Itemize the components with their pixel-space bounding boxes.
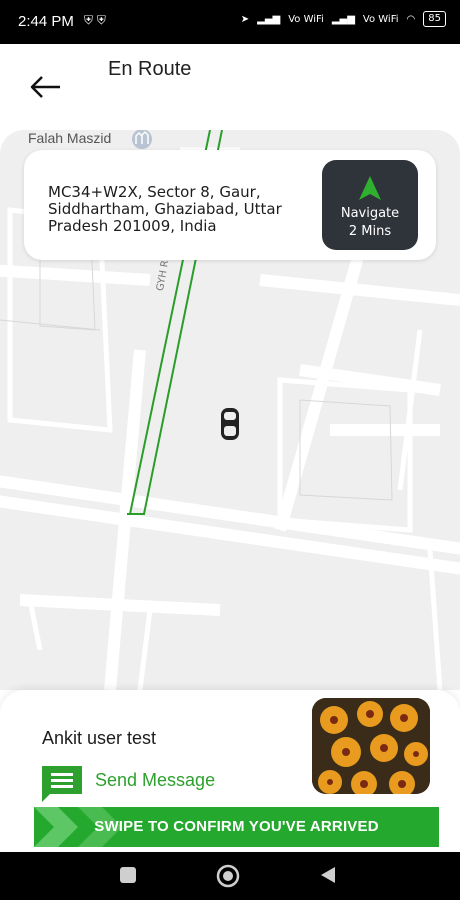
poi-label: Falah Maszid <box>28 130 112 146</box>
signal-icon-2: ▂▄▆ <box>331 13 355 25</box>
home-icon[interactable] <box>216 864 240 888</box>
status-indicators: ➤ ▂▄▆ Vo WiFi ▂▄▆ Vo WiFi ◠ 85 <box>241 11 446 27</box>
navigation-arrow-icon <box>359 176 381 200</box>
signal-icon: ▂▄▆ <box>257 13 281 25</box>
recents-icon[interactable] <box>119 866 137 884</box>
back-button[interactable] <box>26 60 66 100</box>
navigate-label: Navigate <box>340 206 400 221</box>
message-icon <box>42 766 82 802</box>
flower-photo <box>312 698 430 794</box>
map-compass-icon: ◐ <box>6 688 16 690</box>
navigate-eta: 2 Mins <box>348 224 392 239</box>
send-message-button[interactable]: Send Message <box>40 764 260 804</box>
battery-indicator: 85 <box>423 11 446 27</box>
swipe-confirm-arrived[interactable]: SWIPE TO CONFIRM YOU'VE ARRIVED <box>34 807 439 847</box>
wifi-icon: ◠ <box>406 13 416 25</box>
destination-card: MC34+W2X, Sector 8, Gaur, Siddhartham, G… <box>24 150 436 260</box>
back-arrow-icon <box>30 76 60 98</box>
header: En Route <box>0 44 460 132</box>
swipe-label: SWIPE TO CONFIRM YOU'VE ARRIVED <box>94 818 379 835</box>
customer-avatar <box>312 698 430 794</box>
status-bar: 2:44 PM ⛨ ⛨ ➤ ▂▄▆ Vo WiFi ▂▄▆ Vo WiFi ◠ … <box>0 0 460 44</box>
destination-address: MC34+W2X, Sector 8, Gaur, Siddhartham, G… <box>48 183 282 235</box>
system-nav-bar <box>0 852 460 900</box>
network-1-label: Vo WiFi <box>288 13 324 25</box>
page-title: En Route <box>108 58 192 80</box>
customer-name: Ankit user test <box>42 728 157 748</box>
send-message-label: Send Message <box>95 770 216 790</box>
network-2-label: Vo WiFi <box>362 13 399 25</box>
location-icon: ➤ <box>240 13 250 25</box>
navigate-button[interactable]: Navigate 2 Mins <box>322 160 418 250</box>
status-time: 2:44 PM <box>18 13 74 30</box>
back-nav-icon[interactable] <box>319 866 337 884</box>
notification-icons: ⛨ ⛨ <box>84 13 106 27</box>
